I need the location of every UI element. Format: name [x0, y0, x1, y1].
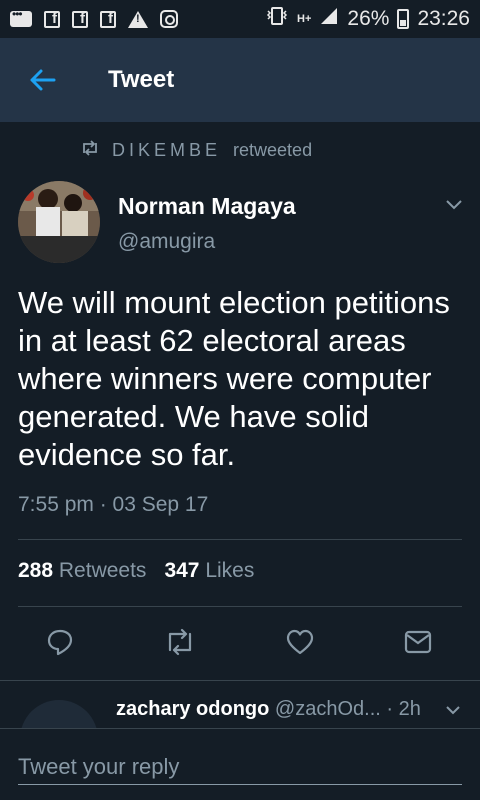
- arrow-left-icon[interactable]: [24, 62, 60, 98]
- divider: [18, 539, 462, 540]
- likes-label: Likes: [205, 559, 255, 582]
- warning-icon: [128, 10, 148, 28]
- vibrate-icon: [265, 6, 289, 32]
- retweeter-name: DIKEMBE: [112, 140, 222, 160]
- status-bar: H+ 26% 23:26: [0, 0, 480, 38]
- chevron-down-icon[interactable]: [442, 195, 466, 215]
- notification-icons: [10, 7, 178, 28]
- likes-stat[interactable]: 347 Likes: [164, 559, 254, 583]
- message-icon: [10, 7, 32, 27]
- reply-icon[interactable]: [40, 622, 80, 662]
- battery-icon: [397, 9, 410, 29]
- page-title: Tweet: [108, 66, 175, 93]
- author-handle[interactable]: @amugira: [118, 230, 215, 254]
- divider: [18, 606, 462, 607]
- retweets-stat[interactable]: 288 Retweets: [18, 559, 146, 583]
- retweeted-label: retweeted: [233, 140, 313, 160]
- tweet-timestamp: 7:55 pm · 03 Sep 17: [18, 493, 209, 516]
- retweets-count: 288: [18, 559, 54, 582]
- tweet-text: We will mount election petitions in at l…: [18, 285, 450, 472]
- author-name[interactable]: Norman Magaya: [118, 193, 296, 220]
- signal-icon: [319, 6, 339, 32]
- network-type: H+: [297, 13, 312, 25]
- reply-meta[interactable]: zachary odongo @zachOd... · 2h: [116, 698, 421, 721]
- chevron-down-icon[interactable]: [442, 702, 464, 720]
- divider: [0, 680, 480, 681]
- reply-bar: [0, 728, 480, 800]
- facebook-icon: [72, 10, 88, 28]
- reply-author-name: zachary odongo: [116, 698, 270, 720]
- reply-input[interactable]: [18, 749, 462, 785]
- retweet-small-icon: [80, 140, 100, 161]
- retweets-label: Retweets: [58, 559, 147, 582]
- retweeted-by[interactable]: DIKEMBE retweeted: [80, 140, 312, 161]
- likes-count: 347: [164, 559, 200, 582]
- facebook-icon: [100, 10, 116, 28]
- system-icons: H+ 26% 23:26: [265, 6, 470, 32]
- avatar[interactable]: [18, 181, 100, 263]
- reply-author-handle: @zachOd...: [274, 698, 381, 720]
- battery-percent: 26%: [347, 7, 390, 30]
- app-header: Tweet: [0, 38, 480, 122]
- retweet-icon[interactable]: [160, 622, 200, 662]
- direct-message-icon[interactable]: [398, 622, 438, 662]
- clock: 23:26: [417, 7, 470, 30]
- like-icon[interactable]: [280, 622, 320, 662]
- tweet-actions: [0, 622, 480, 662]
- reply-time: · 2h: [386, 698, 421, 720]
- facebook-icon: [44, 10, 60, 28]
- tweet-stats: 288 Retweets 347 Likes: [18, 559, 254, 583]
- instagram-icon: [160, 10, 178, 28]
